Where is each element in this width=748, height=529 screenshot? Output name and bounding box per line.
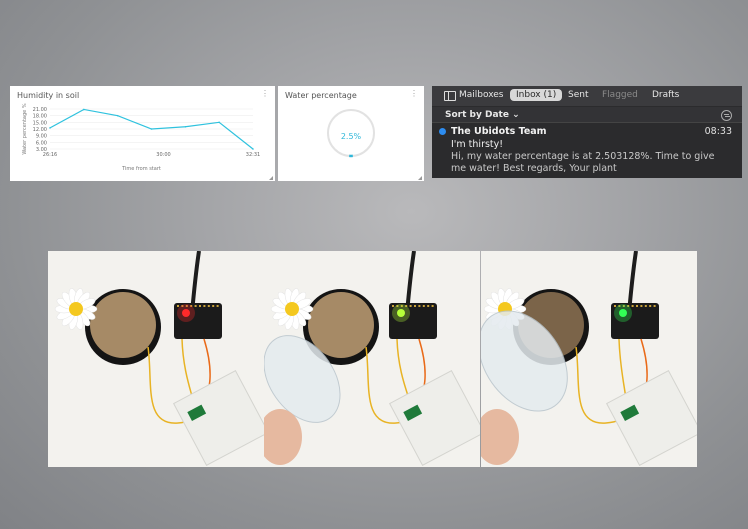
sort-by-date-button[interactable]: Sort by Date ⌄ <box>445 110 520 120</box>
board-pin <box>199 305 201 307</box>
board-pin <box>409 305 412 307</box>
board-pin <box>177 305 179 307</box>
board-pin <box>427 305 430 307</box>
status-led-glow <box>614 304 632 322</box>
board-pin <box>422 305 425 307</box>
message-time: 08:33 <box>704 126 732 137</box>
board-pin <box>653 305 656 307</box>
data-point <box>150 128 153 130</box>
message-preview: Hi, my water percentage is at 2.503128%.… <box>451 151 715 174</box>
tab-flagged[interactable]: Flagged <box>602 90 638 100</box>
board-pin <box>431 305 434 307</box>
board-pin <box>203 305 206 307</box>
status-led-glow <box>177 304 195 322</box>
mailboxes-sidebar-icon[interactable] <box>444 91 456 101</box>
photo-watering-plant <box>264 251 480 467</box>
tab-sent[interactable]: Sent <box>568 90 588 100</box>
photo-dry-plant <box>48 251 264 467</box>
x-axis-label: Time from start <box>121 166 161 172</box>
water-widget: Water percentage ⋮ 2.5% <box>278 86 424 181</box>
unread-dot-icon <box>439 128 446 135</box>
data-point <box>184 125 187 128</box>
y-tick-label: 15.00 <box>33 120 47 126</box>
data-point <box>116 114 119 117</box>
soil <box>308 292 374 358</box>
board-pin <box>614 305 616 307</box>
board-pin <box>640 305 643 307</box>
data-point <box>83 108 85 111</box>
board-pin <box>194 305 197 307</box>
flower-center <box>285 302 299 316</box>
photo-watered-plant <box>481 251 697 467</box>
data-point <box>49 127 51 129</box>
board-pin <box>207 305 210 307</box>
photo-strip <box>48 251 697 467</box>
y-tick-label: 18.00 <box>33 114 47 120</box>
board-pin <box>414 305 416 307</box>
y-tick-label: 12.00 <box>33 127 47 133</box>
filter-icon[interactable] <box>721 110 732 121</box>
x-tick-label: 32:31 <box>246 152 260 158</box>
resize-handle-icon[interactable] <box>269 176 273 180</box>
soil <box>90 292 156 358</box>
board-pin <box>216 305 219 307</box>
humidity-chart: 21.0018.0015.0012.009.006.003.00Water pe… <box>22 103 260 172</box>
data-point <box>252 148 254 150</box>
board-pin <box>631 305 634 307</box>
y-tick-label: 21.00 <box>33 107 47 113</box>
tab-mailboxes[interactable]: Mailboxes <box>459 90 504 100</box>
board-pin <box>418 305 421 307</box>
x-tick-label: 30:00 <box>156 152 170 158</box>
board-pin <box>649 305 652 307</box>
water-percentage-value: 2.5% <box>340 132 362 141</box>
tab-inbox[interactable]: Inbox (1) <box>510 89 563 101</box>
board-pin <box>212 305 215 307</box>
tab-drafts[interactable]: Drafts <box>652 90 679 100</box>
mail-panel: Mailboxes Inbox (1) Sent Flagged Drafts … <box>432 86 742 178</box>
board-pin <box>392 305 394 307</box>
x-tick-label: 26:16 <box>43 152 57 158</box>
mail-toolbar: Mailboxes Inbox (1) Sent Flagged Drafts <box>432 86 742 106</box>
y-tick-label: 9.00 <box>36 134 47 140</box>
humidity-widget: Humidity in soil ⋮ 21.00 18.00 15.00 12.00 9… <box>10 86 275 181</box>
status-led-glow <box>392 304 410 322</box>
board-pin <box>644 305 647 307</box>
board-pin <box>636 305 638 307</box>
y-axis-label: Water percentage % <box>22 103 28 154</box>
y-tick-label: 6.00 <box>36 140 47 146</box>
resize-handle-icon[interactable] <box>418 176 422 180</box>
data-point <box>218 121 220 124</box>
flower-center <box>69 302 83 316</box>
message-subject: I'm thirsty! <box>451 139 504 150</box>
message-sender: The Ubidots Team <box>451 126 547 137</box>
sort-bar: Sort by Date ⌄ <box>432 107 742 123</box>
